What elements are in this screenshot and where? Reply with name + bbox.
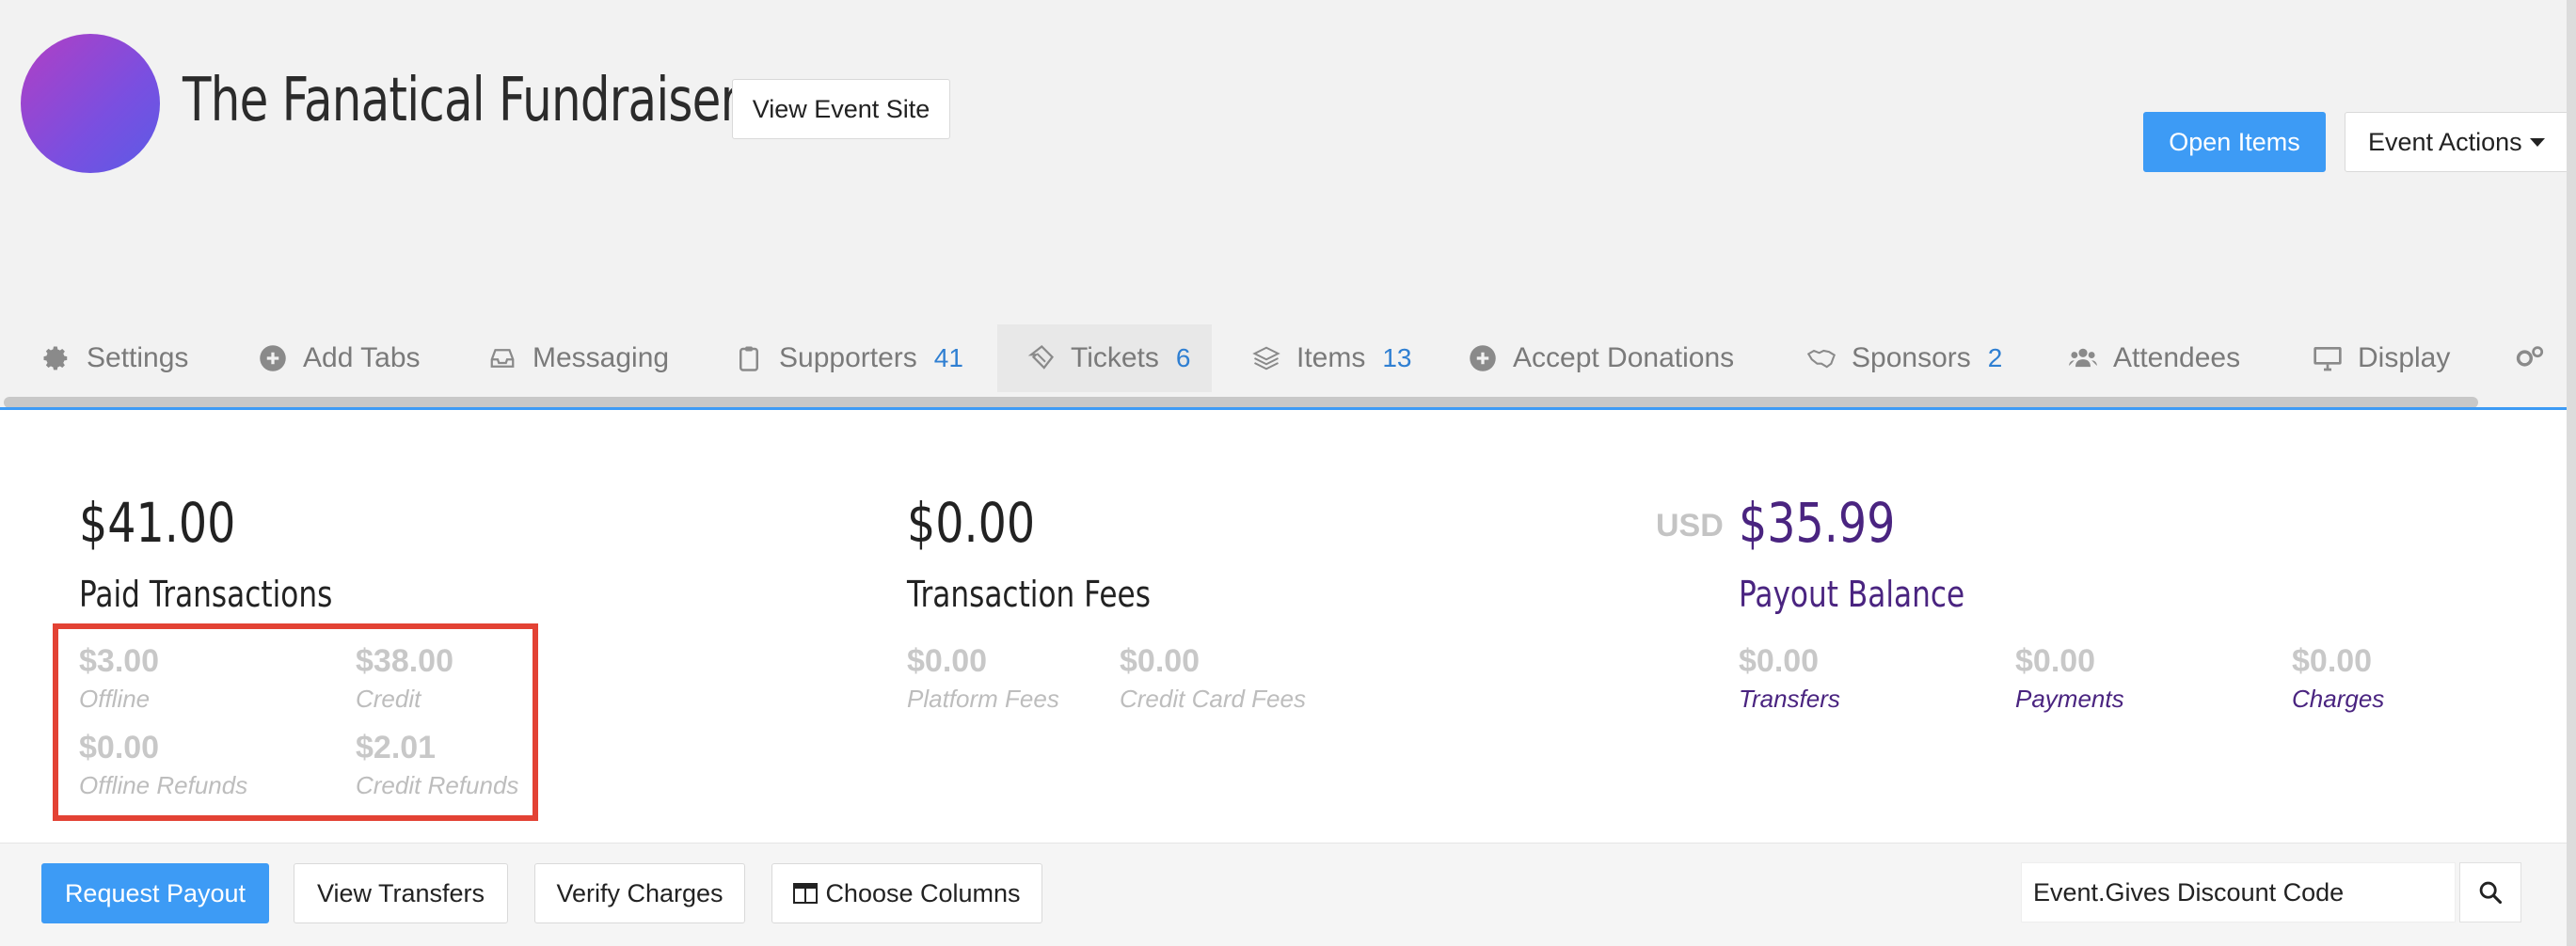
tab-accept-donations[interactable]: Accept Donations bbox=[1468, 324, 1734, 392]
ticket-icon bbox=[1026, 343, 1056, 373]
choose-columns-label: Choose Columns bbox=[825, 878, 1021, 907]
users-icon bbox=[2068, 343, 2098, 373]
tab-more[interactable] bbox=[2514, 324, 2559, 392]
paid-transactions-label: Paid Transactions bbox=[79, 574, 333, 615]
credit-card-fees-label: Credit Card Fees bbox=[1120, 685, 1306, 713]
platform-fees-value: $0.00 bbox=[907, 643, 988, 679]
tab-label: Settings bbox=[87, 342, 189, 373]
caret-down-icon bbox=[2529, 137, 2545, 147]
highlight-box bbox=[53, 623, 538, 821]
tab-count: 2 bbox=[1987, 343, 2003, 372]
view-event-site-button[interactable]: View Event Site bbox=[732, 79, 950, 139]
tab-messaging[interactable]: Messaging bbox=[487, 324, 669, 392]
plus-circle-icon bbox=[1468, 343, 1498, 373]
tab-add-tabs[interactable]: Add Tabs bbox=[258, 324, 421, 392]
transfers-label[interactable]: Transfers bbox=[1739, 685, 1840, 714]
tab-count: 41 bbox=[933, 343, 963, 372]
credit-card-fees-value: $0.00 bbox=[1120, 643, 1201, 679]
payments-label[interactable]: Payments bbox=[2015, 685, 2124, 714]
tab-label: Attendees bbox=[2113, 342, 2241, 373]
event-actions-dropdown[interactable]: Event Actions bbox=[2345, 112, 2568, 172]
platform-fees-label: Platform Fees bbox=[907, 685, 1059, 713]
choose-columns-button[interactable]: Choose Columns bbox=[771, 863, 1042, 923]
currency-label: USD bbox=[1656, 508, 1724, 544]
page-scrollbar[interactable] bbox=[2567, 0, 2576, 946]
tab-count: 6 bbox=[1175, 343, 1191, 372]
layers-icon bbox=[1251, 343, 1281, 373]
tab-label: Accept Donations bbox=[1513, 342, 1735, 373]
tab-label: Add Tabs bbox=[303, 342, 421, 373]
request-payout-button[interactable]: Request Payout bbox=[41, 863, 269, 923]
tab-label: Display bbox=[2358, 342, 2451, 373]
transaction-fees-label: Transaction Fees bbox=[907, 574, 1151, 615]
columns-icon bbox=[793, 883, 819, 904]
tab-label: Supporters bbox=[779, 342, 917, 373]
inbox-icon bbox=[487, 343, 517, 373]
discount-code-input[interactable] bbox=[2021, 862, 2456, 922]
search-button[interactable] bbox=[2459, 862, 2521, 922]
tab-label: Tickets bbox=[1071, 342, 1159, 373]
tab-label: Items bbox=[1296, 342, 1366, 373]
tab-label: Messaging bbox=[533, 342, 670, 373]
tab-tickets[interactable]: Tickets 6 bbox=[997, 324, 1212, 392]
tab-supporters[interactable]: Supporters 41 bbox=[734, 324, 963, 392]
payout-balance-label: Payout Balance bbox=[1739, 574, 1965, 615]
event-actions-label: Event Actions bbox=[2368, 127, 2522, 156]
tab-settings[interactable]: Settings bbox=[41, 324, 188, 392]
charges-value: $0.00 bbox=[2292, 643, 2373, 679]
gear-icon bbox=[41, 343, 72, 373]
tab-count: 13 bbox=[1382, 343, 1412, 372]
gears-icon bbox=[2514, 343, 2544, 373]
payments-value: $0.00 bbox=[2015, 643, 2096, 679]
open-items-button[interactable]: Open Items bbox=[2143, 112, 2326, 172]
tab-sponsors[interactable]: Sponsors 2 bbox=[1806, 324, 2002, 392]
search-icon bbox=[2477, 879, 2504, 906]
verify-charges-button[interactable]: Verify Charges bbox=[534, 863, 745, 923]
plus-circle-icon bbox=[258, 343, 288, 373]
handshake-icon bbox=[1806, 343, 1837, 373]
payout-balance-value: $35.99 bbox=[1739, 491, 1896, 555]
charges-label[interactable]: Charges bbox=[2292, 685, 2384, 714]
tab-attendees[interactable]: Attendees bbox=[2068, 324, 2240, 392]
event-avatar bbox=[21, 34, 160, 173]
view-transfers-button[interactable]: View Transfers bbox=[294, 863, 508, 923]
transfers-value: $0.00 bbox=[1739, 643, 1820, 679]
monitor-icon bbox=[2313, 343, 2343, 373]
transaction-fees-value: $0.00 bbox=[907, 491, 1036, 555]
paid-transactions-value: $41.00 bbox=[79, 491, 236, 555]
tab-display[interactable]: Display bbox=[2313, 324, 2450, 392]
clipboard-icon bbox=[734, 343, 764, 373]
tab-items[interactable]: Items 13 bbox=[1251, 324, 1412, 392]
page-title: The Fanatical Fundraiser bbox=[183, 66, 739, 135]
tab-label: Sponsors bbox=[1852, 342, 1971, 373]
